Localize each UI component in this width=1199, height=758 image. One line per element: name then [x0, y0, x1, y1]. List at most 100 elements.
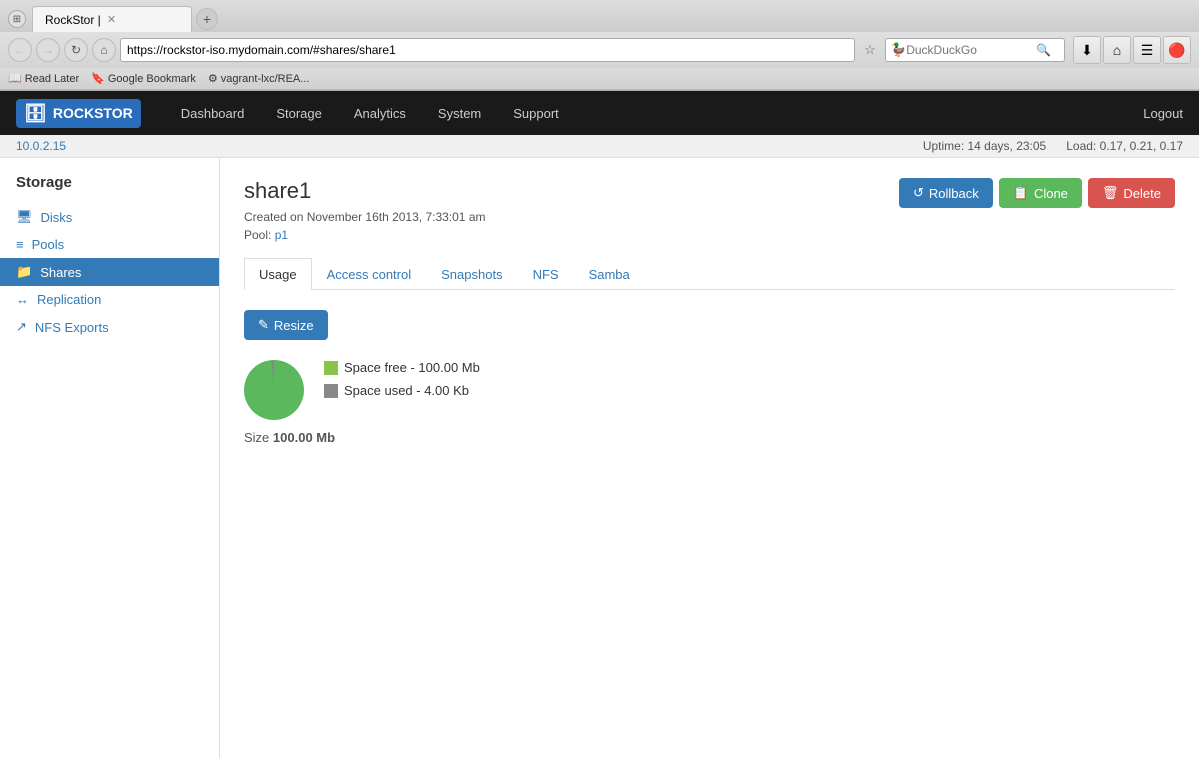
sidebar-item-nfs-exports[interactable]: ↗ NFS Exports — [0, 313, 219, 341]
address-input[interactable] — [120, 38, 855, 62]
address-bar-row: ← → ↻ ⌂ ☆ 🦆 🔍 ⬇ ⌂ ☰ 🔴 — [0, 32, 1199, 68]
tab-nfs[interactable]: NFS — [518, 258, 574, 290]
tab-snapshots[interactable]: Snapshots — [426, 258, 517, 290]
nav-dashboard[interactable]: Dashboard — [165, 91, 261, 135]
bookmark-google[interactable]: 🔖 Google Bookmark — [91, 72, 196, 85]
read-later-icon: 📖 — [8, 72, 22, 85]
share-created: Created on November 16th 2013, 7:33:01 a… — [244, 210, 486, 224]
uptime-load: Uptime: 14 days, 23:05 Load: 0.17, 0.21,… — [923, 139, 1183, 153]
status-bar: 10.0.2.15 Uptime: 14 days, 23:05 Load: 0… — [0, 135, 1199, 158]
share-info: share1 Created on November 16th 2013, 7:… — [244, 178, 486, 242]
sidebar-item-disks[interactable]: 🖥 Disks — [0, 203, 219, 231]
app-logo[interactable]: 🗄 ROCKSTOR — [16, 99, 141, 128]
bookmarks-bar: 📖 Read Later 🔖 Google Bookmark ⚙ vagrant… — [0, 68, 1199, 90]
google-bookmark-icon: 🔖 — [91, 72, 105, 85]
pie-chart — [244, 360, 304, 420]
sidebar-item-pools-label: Pools — [32, 237, 65, 252]
sidebar-item-nfs-exports-label: NFS Exports — [35, 320, 109, 335]
delete-button[interactable]: 🗑 Delete — [1088, 178, 1175, 208]
sidebar-item-shares-label: Shares — [40, 265, 81, 280]
bookmark-vagrant-label: vagrant-lxc/REA... — [221, 73, 310, 85]
rollback-button[interactable]: ↺ Rollback — [899, 178, 993, 208]
tab-close-btn[interactable]: ✕ — [107, 13, 116, 26]
resize-button[interactable]: ✎ Resize — [244, 310, 328, 340]
sidebar-item-shares[interactable]: 📁 Shares — [0, 258, 219, 286]
browser-chrome: ⊞ RockStor | ✕ + ← → ↻ ⌂ ☆ 🦆 🔍 ⬇ ⌂ ☰ 🔴 📖… — [0, 0, 1199, 91]
duck-duck-go-icon: 🦆 — [890, 42, 906, 58]
browser-reload-btn[interactable]: ↻ — [64, 38, 88, 62]
size-label-text: Size — [244, 430, 269, 445]
tab-access-control[interactable]: Access control — [312, 258, 427, 290]
clone-icon: 📋 — [1013, 185, 1029, 201]
share-title: share1 — [244, 178, 486, 204]
free-color-swatch — [324, 361, 338, 375]
new-tab-button[interactable]: + — [196, 8, 218, 30]
size-value: 100.00 Mb — [273, 430, 335, 445]
browser-back-arrow[interactable]: ← — [8, 38, 32, 62]
browser-forward-arrow[interactable]: → — [36, 38, 60, 62]
tab-samba[interactable]: Samba — [574, 258, 645, 290]
tab-usage[interactable]: Usage — [244, 258, 312, 290]
sidebar-item-disks-label: Disks — [41, 210, 73, 225]
app-topbar: 🗄 ROCKSTOR Dashboard Storage Analytics S… — [0, 91, 1199, 135]
bookmark-google-label: Google Bookmark — [108, 73, 196, 85]
used-color-swatch — [324, 384, 338, 398]
share-pool: Pool: p1 — [244, 228, 486, 242]
main-layout: Storage 🖥 Disks ≡ Pools 📁 Shares ↔ Repli… — [0, 158, 1199, 758]
tab-title: RockStor | — [45, 13, 101, 27]
logout-button[interactable]: Logout — [1143, 106, 1183, 121]
pool-label: Pool: — [244, 228, 271, 242]
shares-icon: 📁 — [16, 264, 32, 280]
clone-button[interactable]: 📋 Clone — [999, 178, 1082, 208]
delete-icon: 🗑 — [1102, 185, 1119, 201]
pools-icon: ≡ — [16, 237, 24, 252]
nfs-exports-icon: ↗ — [16, 319, 27, 335]
home-toolbar-btn[interactable]: ⌂ — [1103, 36, 1131, 64]
share-header: share1 Created on November 16th 2013, 7:… — [244, 178, 1175, 242]
vagrant-icon: ⚙ — [208, 72, 218, 85]
free-label: Space free - 100.00 Mb — [344, 360, 480, 375]
used-label: Space used - 4.00 Kb — [344, 383, 469, 398]
browser-home-btn[interactable]: ⌂ — [92, 38, 116, 62]
nav-support[interactable]: Support — [497, 91, 575, 135]
tab-bar: ⊞ RockStor | ✕ + — [0, 0, 1199, 32]
logo-text: ROCKSTOR — [53, 105, 133, 121]
legend-free: Space free - 100.00 Mb — [324, 360, 480, 375]
tabs: Usage Access control Snapshots NFS Samba — [244, 258, 1175, 290]
bookmark-star[interactable]: ☆ — [859, 39, 881, 61]
replication-icon: ↔ — [16, 292, 29, 307]
ip-address: 10.0.2.15 — [16, 139, 66, 153]
bookmark-vagrant[interactable]: ⚙ vagrant-lxc/REA... — [208, 72, 310, 85]
uptime: Uptime: 14 days, 23:05 — [923, 139, 1046, 153]
toolbar-icons: ⬇ ⌂ ☰ 🔴 — [1073, 36, 1191, 64]
sidebar-item-pools[interactable]: ≡ Pools — [0, 231, 219, 258]
resize-icon: ✎ — [258, 317, 269, 333]
search-box: 🦆 🔍 — [885, 38, 1065, 62]
back-btn[interactable]: ⊞ — [8, 10, 26, 28]
browser-tab[interactable]: RockStor | ✕ — [32, 6, 192, 32]
sidebar-item-replication-label: Replication — [37, 292, 101, 307]
disks-icon: 🖥 — [16, 209, 33, 225]
menu-btn[interactable]: ☰ — [1133, 36, 1161, 64]
search-input[interactable] — [906, 43, 1036, 57]
legend-used: Space used - 4.00 Kb — [324, 383, 480, 398]
pool-link[interactable]: p1 — [275, 228, 288, 242]
sidebar-item-replication[interactable]: ↔ Replication — [0, 286, 219, 313]
content-area: share1 Created on November 16th 2013, 7:… — [220, 158, 1199, 758]
sidebar: Storage 🖥 Disks ≡ Pools 📁 Shares ↔ Repli… — [0, 158, 220, 758]
search-icon: 🔍 — [1036, 43, 1051, 57]
download-btn[interactable]: ⬇ — [1073, 36, 1101, 64]
size-info: Size 100.00 Mb — [244, 430, 1175, 445]
tab-navigation: ⊞ — [8, 10, 26, 28]
nav-analytics[interactable]: Analytics — [338, 91, 422, 135]
logo-icon: 🗄 — [24, 103, 47, 124]
nav-system[interactable]: System — [422, 91, 497, 135]
addon-btn[interactable]: 🔴 — [1163, 36, 1191, 64]
app-nav: Dashboard Storage Analytics System Suppo… — [165, 91, 575, 135]
sidebar-title: Storage — [0, 174, 219, 203]
nav-storage[interactable]: Storage — [260, 91, 338, 135]
rollback-icon: ↺ — [913, 185, 924, 201]
action-buttons: ↺ Rollback 📋 Clone 🗑 Delete — [899, 178, 1175, 208]
bookmark-read-later[interactable]: 📖 Read Later — [8, 72, 79, 85]
bookmark-read-later-label: Read Later — [25, 73, 79, 85]
